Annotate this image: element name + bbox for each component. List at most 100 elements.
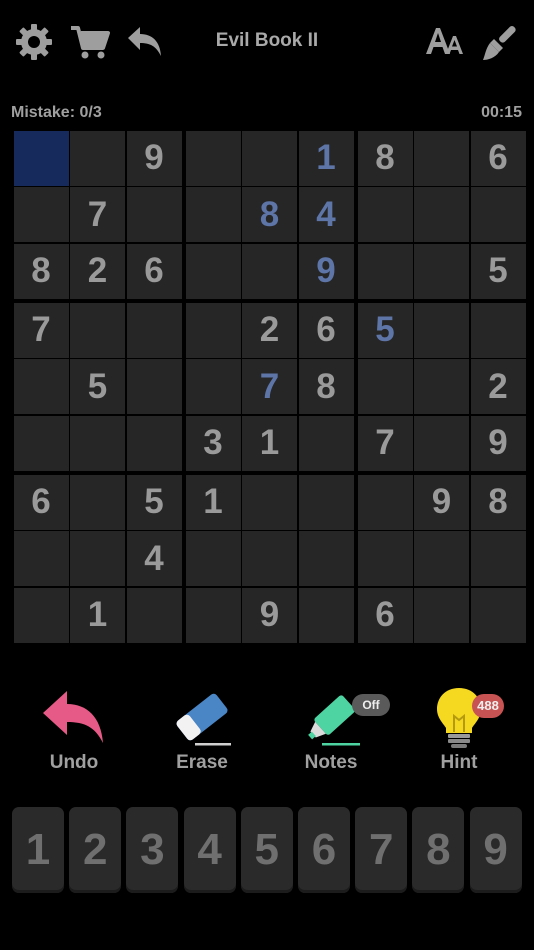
board-cell[interactable]: [242, 531, 297, 586]
board-cell[interactable]: [126, 359, 182, 414]
board-cell[interactable]: [298, 474, 354, 530]
board-cell[interactable]: 5: [126, 474, 182, 530]
board-cell[interactable]: 4: [298, 187, 354, 242]
theme-button[interactable]: [478, 20, 522, 64]
board-cell[interactable]: [13, 130, 69, 186]
board-cell[interactable]: [242, 130, 297, 186]
board-cell[interactable]: 9: [298, 243, 354, 299]
board-cell[interactable]: 6: [298, 302, 354, 358]
board-cell[interactable]: [357, 474, 413, 530]
board-cell[interactable]: 7: [357, 415, 413, 471]
font-size-button[interactable]: [423, 20, 467, 64]
board-cell[interactable]: 7: [13, 302, 69, 358]
board-cell[interactable]: [126, 415, 182, 471]
board-cell[interactable]: [470, 531, 526, 586]
board-cell[interactable]: [13, 531, 69, 586]
board-cell[interactable]: [357, 187, 413, 242]
number-key[interactable]: 2: [69, 807, 122, 893]
board-cell[interactable]: 9: [414, 474, 469, 530]
board-cell[interactable]: 6: [13, 474, 69, 530]
board-cell[interactable]: [414, 415, 469, 471]
board-cell[interactable]: [13, 587, 69, 643]
board-cell[interactable]: [185, 302, 241, 358]
number-key[interactable]: 4: [183, 807, 236, 893]
board-cell[interactable]: [242, 474, 297, 530]
undo-button[interactable]: Undo: [19, 680, 129, 780]
number-key[interactable]: 7: [355, 807, 408, 893]
board-cell[interactable]: 8: [13, 243, 69, 299]
board-cell[interactable]: [185, 243, 241, 299]
board-cell[interactable]: [414, 531, 469, 586]
number-key[interactable]: 1: [12, 807, 64, 893]
board-cell[interactable]: [185, 130, 241, 186]
board-cell[interactable]: 6: [126, 243, 182, 299]
board-cell[interactable]: 3: [185, 415, 241, 471]
board-cell[interactable]: [414, 243, 469, 299]
board-cell[interactable]: [298, 587, 354, 643]
board-cell[interactable]: 5: [470, 243, 526, 299]
board-cell[interactable]: 5: [70, 359, 125, 414]
board-cell[interactable]: [126, 302, 182, 358]
store-button[interactable]: [68, 20, 112, 64]
notes-button[interactable]: Off Notes: [276, 680, 390, 780]
board-cell[interactable]: [70, 415, 125, 471]
board-cell[interactable]: 6: [470, 130, 526, 186]
board-cell[interactable]: 8: [298, 359, 354, 414]
board-cell[interactable]: 8: [357, 130, 413, 186]
number-key[interactable]: 9: [469, 807, 522, 893]
board-cell[interactable]: 2: [242, 302, 297, 358]
board-cell[interactable]: 1: [298, 130, 354, 186]
settings-button[interactable]: [12, 20, 56, 64]
board-cell[interactable]: [126, 187, 182, 242]
board-cell[interactable]: [470, 587, 526, 643]
board-cell[interactable]: 5: [357, 302, 413, 358]
board-cell[interactable]: [126, 587, 182, 643]
board-cell[interactable]: [357, 243, 413, 299]
board-cell[interactable]: 7: [70, 187, 125, 242]
board-cell[interactable]: [185, 531, 241, 586]
board-cell[interactable]: [470, 302, 526, 358]
board-cell[interactable]: 8: [470, 474, 526, 530]
board-cell[interactable]: [357, 531, 413, 586]
board-cell[interactable]: [13, 359, 69, 414]
board-cell[interactable]: 4: [126, 531, 182, 586]
notes-off-badge: Off: [352, 694, 390, 716]
board-cell[interactable]: [414, 302, 469, 358]
font-size-icon: [426, 28, 463, 54]
board-cell[interactable]: 1: [70, 587, 125, 643]
board-cell[interactable]: 9: [470, 415, 526, 471]
board-cell[interactable]: [414, 130, 469, 186]
board-cell[interactable]: [298, 531, 354, 586]
board-cell[interactable]: [13, 415, 69, 471]
board-cell[interactable]: 2: [70, 243, 125, 299]
board-cell[interactable]: [298, 415, 354, 471]
board-cell[interactable]: [70, 531, 125, 586]
board-cell[interactable]: [185, 187, 241, 242]
board-cell[interactable]: [185, 359, 241, 414]
board-cell[interactable]: [357, 359, 413, 414]
board-cell[interactable]: [414, 359, 469, 414]
board-cell[interactable]: [242, 243, 297, 299]
board-cell[interactable]: [70, 474, 125, 530]
board-cell[interactable]: [414, 587, 469, 643]
board-cell[interactable]: 2: [470, 359, 526, 414]
board-cell[interactable]: [70, 130, 125, 186]
board-cell[interactable]: 1: [185, 474, 241, 530]
number-key[interactable]: 3: [126, 807, 179, 893]
board-cell[interactable]: 6: [357, 587, 413, 643]
hint-button[interactable]: 488 Hint: [404, 680, 514, 780]
board-cell[interactable]: 9: [126, 130, 182, 186]
board-cell[interactable]: 7: [242, 359, 297, 414]
board-cell[interactable]: [414, 187, 469, 242]
board-cell[interactable]: [185, 587, 241, 643]
number-key[interactable]: 5: [240, 807, 293, 893]
number-key[interactable]: 8: [412, 807, 465, 893]
board-cell[interactable]: 1: [242, 415, 297, 471]
board-cell[interactable]: [13, 187, 69, 242]
board-cell[interactable]: 9: [242, 587, 297, 643]
number-key[interactable]: 6: [298, 807, 350, 893]
erase-button[interactable]: Erase: [147, 680, 257, 780]
board-cell[interactable]: 8: [242, 187, 297, 242]
board-cell[interactable]: [70, 302, 125, 358]
board-cell[interactable]: [470, 187, 526, 242]
